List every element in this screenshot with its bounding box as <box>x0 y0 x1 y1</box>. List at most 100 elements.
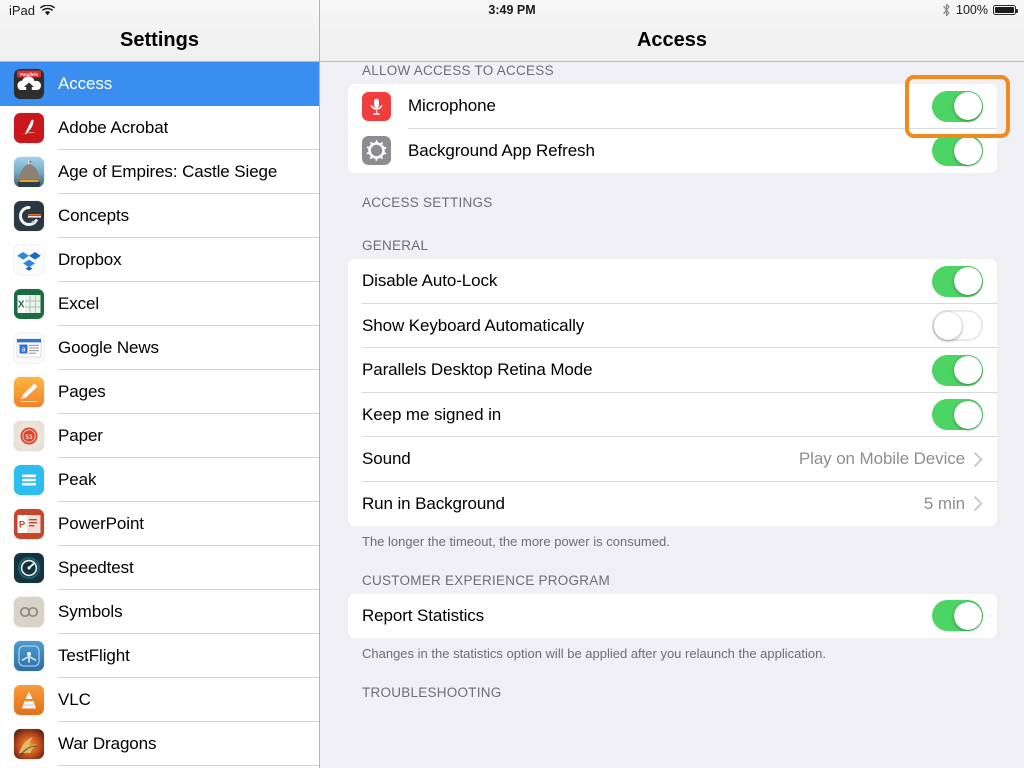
settings-row-keep-me-signed-in[interactable]: Keep me signed in <box>348 392 997 437</box>
sidebar-item-dropbox[interactable]: Dropbox <box>0 238 319 282</box>
settings-card: Disable Auto-Lock Show Keyboard Automati… <box>348 259 997 526</box>
main-header: Access <box>320 0 1024 62</box>
sidebar-item-label: Google News <box>58 338 159 357</box>
sidebar-item-concepts[interactable]: Concepts <box>0 194 319 238</box>
sidebar-item-label: Dropbox <box>58 250 122 269</box>
age-of-empires-app-icon <box>14 157 44 187</box>
section-header: GENERAL <box>362 238 429 253</box>
toggle-knob <box>953 92 982 121</box>
section-header: ALLOW ACCESS TO ACCESS <box>362 63 554 78</box>
toggle-parallels-desktop-retina-mode[interactable] <box>932 354 983 386</box>
sidebar-item-label: War Dragons <box>58 734 157 753</box>
toggle-microphone[interactable] <box>932 90 983 122</box>
vlc-app-icon <box>14 685 44 715</box>
svg-text:53: 53 <box>25 434 33 441</box>
sidebar-item-speedtest[interactable]: Speedtest <box>0 546 319 590</box>
toggle-knob <box>953 400 982 429</box>
row-value: 5 min <box>923 493 965 513</box>
settings-row-parallels-desktop-retina-mode[interactable]: Parallels Desktop Retina Mode <box>348 348 997 393</box>
sidebar-item-label: Access <box>58 74 113 93</box>
sidebar-item-label: Paper <box>58 426 103 445</box>
ipad-settings-screen: iPad 3:49 PM 100% Settings Parallels Acc… <box>0 0 1024 768</box>
toggle-keep-me-signed-in[interactable] <box>932 399 983 431</box>
main-detail-pane: Access ALLOW ACCESS TO ACCESS Microphone… <box>320 0 1024 768</box>
svg-text:Parallels: Parallels <box>20 72 39 77</box>
sidebar-item-pages[interactable]: Pages <box>0 370 319 414</box>
sidebar-item-label: Concepts <box>58 206 130 225</box>
toggle-knob <box>953 136 982 165</box>
svg-text:a: a <box>22 347 26 354</box>
row-label: Parallels Desktop Retina Mode <box>362 360 593 380</box>
sidebar-item-war-dragons[interactable]: War Dragons <box>0 722 319 766</box>
sidebar-item-label: Age of Empires: Castle Siege <box>58 162 278 181</box>
svg-text:P: P <box>19 520 26 531</box>
microphone-icon <box>362 91 391 121</box>
sidebar-item-label: PowerPoint <box>58 514 144 533</box>
adobe-acrobat-app-icon <box>14 113 44 143</box>
settings-content: ALLOW ACCESS TO ACCESS Microphone Backgr… <box>320 63 1024 768</box>
parallels-access-app-icon: Parallels <box>14 69 44 99</box>
sidebar-item-google-news[interactable]: a Google News <box>0 326 319 370</box>
settings-row-microphone[interactable]: Microphone <box>348 84 997 129</box>
settings-row-run-in-background[interactable]: Run in Background 5 min <box>348 481 997 526</box>
settings-card: Microphone Background App Refresh <box>348 84 997 173</box>
sidebar-app-list: Parallels Access Adobe Acrobat Age of Em… <box>0 62 319 768</box>
row-label: Sound <box>362 449 411 469</box>
section-header: ACCESS SETTINGS <box>362 195 493 210</box>
sidebar-item-symbols[interactable]: Symbols <box>0 590 319 634</box>
toggle-disable-auto-lock[interactable] <box>932 265 983 297</box>
powerpoint-app-icon: P <box>14 509 44 539</box>
toggle-report-statistics[interactable] <box>932 600 983 632</box>
settings-sidebar: Settings Parallels Access Adobe Acrobat … <box>0 0 320 768</box>
speedtest-app-icon <box>14 553 44 583</box>
section-header: TROUBLESHOOTING <box>362 684 502 700</box>
settings-row-disable-auto-lock[interactable]: Disable Auto-Lock <box>348 259 997 304</box>
sidebar-item-label: TestFlight <box>58 646 130 665</box>
page-title: Access <box>636 29 708 51</box>
row-label: Background App Refresh <box>408 140 595 160</box>
dropbox-app-icon <box>14 245 44 275</box>
sidebar-item-age-of-empires-castle-siege[interactable]: Age of Empires: Castle Siege <box>0 150 319 194</box>
sidebar-item-label: Speedtest <box>58 558 134 577</box>
settings-row-show-keyboard-automatically[interactable]: Show Keyboard Automatically <box>348 303 997 348</box>
sidebar-item-label: Peak <box>58 470 97 489</box>
toggle-knob <box>953 267 982 296</box>
settings-card: Report Statistics <box>348 593 997 639</box>
section-footnote: Changes in the statistics option will be… <box>362 646 826 662</box>
list-divider <box>58 765 319 766</box>
sidebar-item-peak[interactable]: Peak <box>0 458 319 502</box>
sidebar-item-label: VLC <box>58 690 91 709</box>
sidebar-item-access[interactable]: Parallels Access <box>0 62 319 106</box>
sidebar-item-label: Adobe Acrobat <box>58 118 169 137</box>
toggle-knob <box>933 311 962 340</box>
section-header: CUSTOMER EXPERIENCE PROGRAM <box>362 572 611 588</box>
toggle-knob <box>953 356 982 385</box>
sidebar-item-excel[interactable]: X Excel <box>0 282 319 326</box>
sidebar-item-powerpoint[interactable]: P PowerPoint <box>0 502 319 546</box>
settings-row-background-app-refresh[interactable]: Background App Refresh <box>348 128 997 173</box>
toggle-background-app-refresh[interactable] <box>932 135 983 167</box>
sidebar-item-label: Symbols <box>58 602 123 621</box>
sidebar-item-adobe-acrobat[interactable]: Adobe Acrobat <box>0 106 319 150</box>
sidebar-header: Settings <box>0 0 319 62</box>
sidebar-item-label: Pages <box>58 382 106 401</box>
row-label: Run in Background <box>362 493 505 513</box>
svg-text:X: X <box>18 300 25 311</box>
chevron-right-icon <box>974 452 983 467</box>
settings-row-report-statistics[interactable]: Report Statistics <box>348 593 997 639</box>
pages-app-icon <box>14 377 44 407</box>
section-footnote: The longer the timeout, the more power i… <box>362 534 670 549</box>
toggle-knob <box>953 601 982 630</box>
sidebar-item-vlc[interactable]: VLC <box>0 678 319 722</box>
paper-app-icon: 53 <box>14 421 44 451</box>
row-label: Keep me signed in <box>362 404 502 424</box>
sidebar-item-testflight[interactable]: TestFlight <box>0 634 319 678</box>
toggle-show-keyboard-automatically[interactable] <box>932 310 983 342</box>
sidebar-item-paper[interactable]: 53 Paper <box>0 414 319 458</box>
google-news-app-icon: a <box>14 333 44 363</box>
settings-row-sound[interactable]: Sound Play on Mobile Device <box>348 437 997 482</box>
sidebar-title: Settings <box>120 29 199 51</box>
gear-icon <box>362 136 391 166</box>
chevron-right-icon <box>974 496 983 511</box>
row-label: Show Keyboard Automatically <box>362 315 585 335</box>
